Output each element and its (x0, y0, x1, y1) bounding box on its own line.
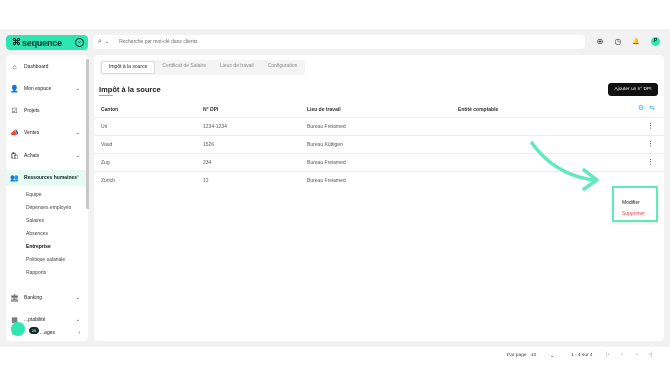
chevron-down-icon[interactable]: ⌄ (550, 353, 554, 359)
per-page-select[interactable]: 10 (531, 353, 536, 358)
row-actions-menu: Modifier Supprimer (612, 186, 658, 222)
last-page-icon[interactable]: ›| (649, 352, 653, 358)
per-page-label: Par page (507, 353, 527, 358)
first-page-icon[interactable]: |‹ (606, 352, 610, 358)
edit-menu-item[interactable]: Modifier (622, 200, 640, 206)
delete-menu-item[interactable]: Supprimer (622, 211, 645, 217)
app-frame: ⌘ sequence ⌄ ⌕ ⌄ Recherche par mot-clé d… (0, 29, 670, 359)
next-page-icon[interactable]: › (636, 352, 638, 358)
prev-page-icon[interactable]: ‹ (621, 352, 623, 358)
tutorial-arrow-icon (530, 141, 599, 191)
pagination-range: 1 - 4 sur 4 (571, 353, 593, 358)
